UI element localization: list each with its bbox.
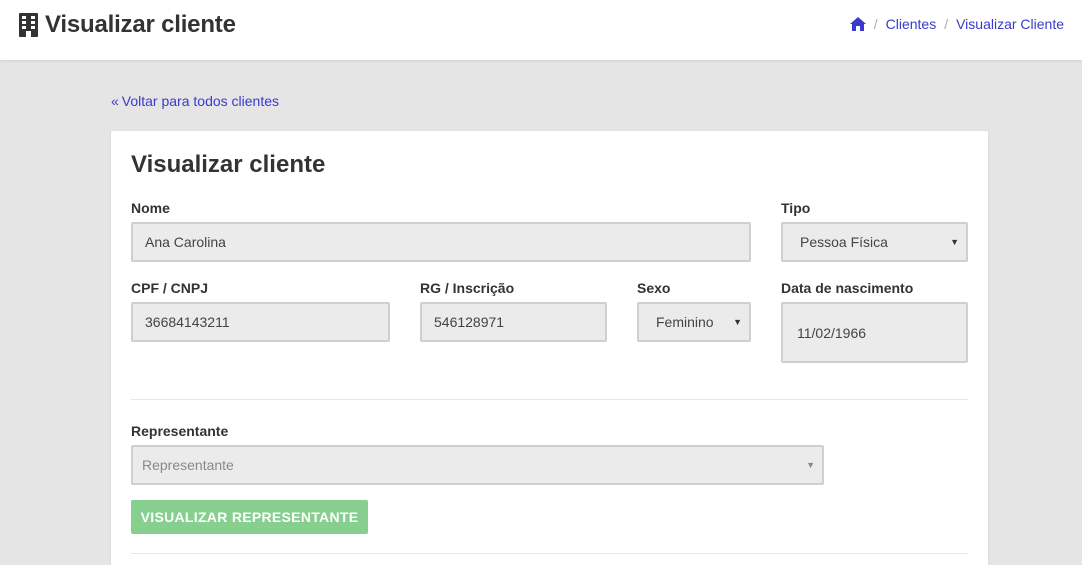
breadcrumb-clientes[interactable]: Clientes [886, 16, 937, 32]
client-card: Visualizar cliente Nome Ana Carolina Tip… [111, 131, 988, 565]
representante-select[interactable]: Representante ▼ [131, 445, 824, 485]
tipo-label: Tipo [781, 200, 811, 216]
cpf-value: 36684143211 [145, 314, 230, 330]
double-chevron-left-icon: « [111, 93, 119, 109]
sexo-select[interactable]: Feminino ▼ [637, 302, 751, 342]
back-link-label: Voltar para todos clientes [121, 93, 280, 109]
breadcrumb-separator: / [944, 16, 949, 32]
nome-label: Nome [131, 200, 170, 216]
caret-down-icon: ▼ [950, 237, 959, 247]
breadcrumb: / Clientes / Visualizar Cliente [849, 16, 1064, 32]
breadcrumb-separator: / [873, 16, 878, 32]
nascimento-field[interactable]: 11/02/1966 [781, 302, 968, 363]
sexo-label: Sexo [637, 280, 671, 296]
tipo-select[interactable]: Pessoa Física ▼ [781, 222, 968, 262]
breadcrumb-visualizar-cliente[interactable]: Visualizar Cliente [956, 16, 1064, 32]
rg-value: 546128971 [434, 314, 505, 330]
page-title-group: Visualizar cliente [19, 11, 236, 39]
tipo-value: Pessoa Física [800, 234, 888, 250]
nascimento-label: Data de nascimento [781, 280, 914, 296]
cpf-label: CPF / CNPJ [131, 280, 209, 296]
section-divider [131, 553, 968, 554]
nome-value: Ana Carolina [145, 234, 226, 250]
nome-field[interactable]: Ana Carolina [131, 222, 751, 262]
representante-placeholder: Representante [142, 457, 234, 473]
rg-field[interactable]: 546128971 [420, 302, 607, 342]
section-divider [131, 399, 968, 400]
page-title: Visualizar cliente [45, 11, 236, 38]
sexo-value: Feminino [656, 314, 714, 330]
visualizar-representante-button[interactable]: VISUALIZAR REPRESENTANTE [131, 500, 368, 534]
rg-label: RG / Inscrição [420, 280, 515, 296]
building-icon [19, 13, 38, 37]
caret-down-icon: ▼ [806, 460, 815, 470]
cpf-field[interactable]: 36684143211 [131, 302, 390, 342]
representante-label: Representante [131, 423, 229, 439]
form-title: Visualizar cliente [131, 151, 326, 178]
nascimento-value: 11/02/1966 [797, 324, 867, 341]
top-header: Visualizar cliente / Clientes / Visualiz… [0, 0, 1082, 61]
home-icon[interactable] [849, 17, 866, 31]
back-to-clients-link[interactable]: « Voltar para todos clientes [111, 93, 279, 109]
caret-down-icon: ▼ [733, 317, 742, 327]
